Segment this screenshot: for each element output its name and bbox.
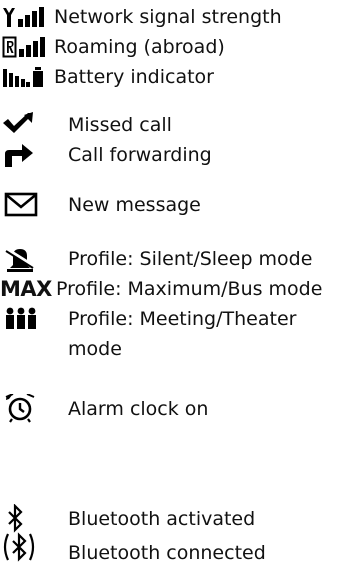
legend-row-new-message: New message [0, 190, 347, 220]
bluetooth-connected-icon [0, 532, 46, 562]
legend-label: Profile: Maximum/Bus mode [56, 278, 323, 300]
envelope-icon [4, 190, 44, 220]
legend-row-bluetooth-connected: Bluetooth connected [0, 532, 347, 564]
legend-row-silent: Profile: Silent/Sleep mode [0, 244, 347, 274]
bluetooth-icon [6, 504, 34, 534]
missed-call-icon [2, 110, 42, 140]
legend-row-call-forwarding: Call forwarding [0, 140, 347, 170]
legend-row-missed-call: Missed call [0, 110, 347, 140]
legend-row-meeting: Profile: Meeting/Theater mode [0, 304, 347, 364]
legend-label: Call forwarding [68, 144, 212, 166]
silent-bell-icon [4, 244, 44, 274]
meeting-people-icon [4, 304, 44, 334]
legend-row-battery: Battery indicator [0, 62, 347, 92]
legend-row-roaming: Roaming (abroad) [0, 32, 347, 62]
legend-label: Profile: Silent/Sleep mode [68, 248, 313, 270]
legend-label: Profile: Meeting/Theater [68, 308, 297, 330]
legend-row-alarm: Alarm clock on [0, 394, 347, 424]
call-forwarding-icon [2, 140, 42, 170]
legend-label: New message [68, 194, 201, 216]
alarm-clock-icon [4, 394, 44, 424]
legend-label: Bluetooth activated [68, 508, 256, 530]
legend-label-continued: mode [68, 338, 122, 360]
legend-label: Roaming (abroad) [54, 36, 225, 58]
legend-row-bluetooth-activated: Bluetooth activated [0, 504, 347, 534]
legend-label: Network signal strength [54, 6, 282, 28]
max-icon: MAX [0, 277, 52, 301]
legend-label: Bluetooth connected [68, 542, 266, 564]
legend-label: Missed call [68, 114, 172, 136]
legend-row-signal: Network signal strength [0, 2, 347, 32]
legend-label: Battery indicator [54, 66, 214, 88]
legend-row-maximum: MAX Profile: Maximum/Bus mode [0, 274, 347, 304]
legend-label: Alarm clock on [68, 398, 209, 420]
